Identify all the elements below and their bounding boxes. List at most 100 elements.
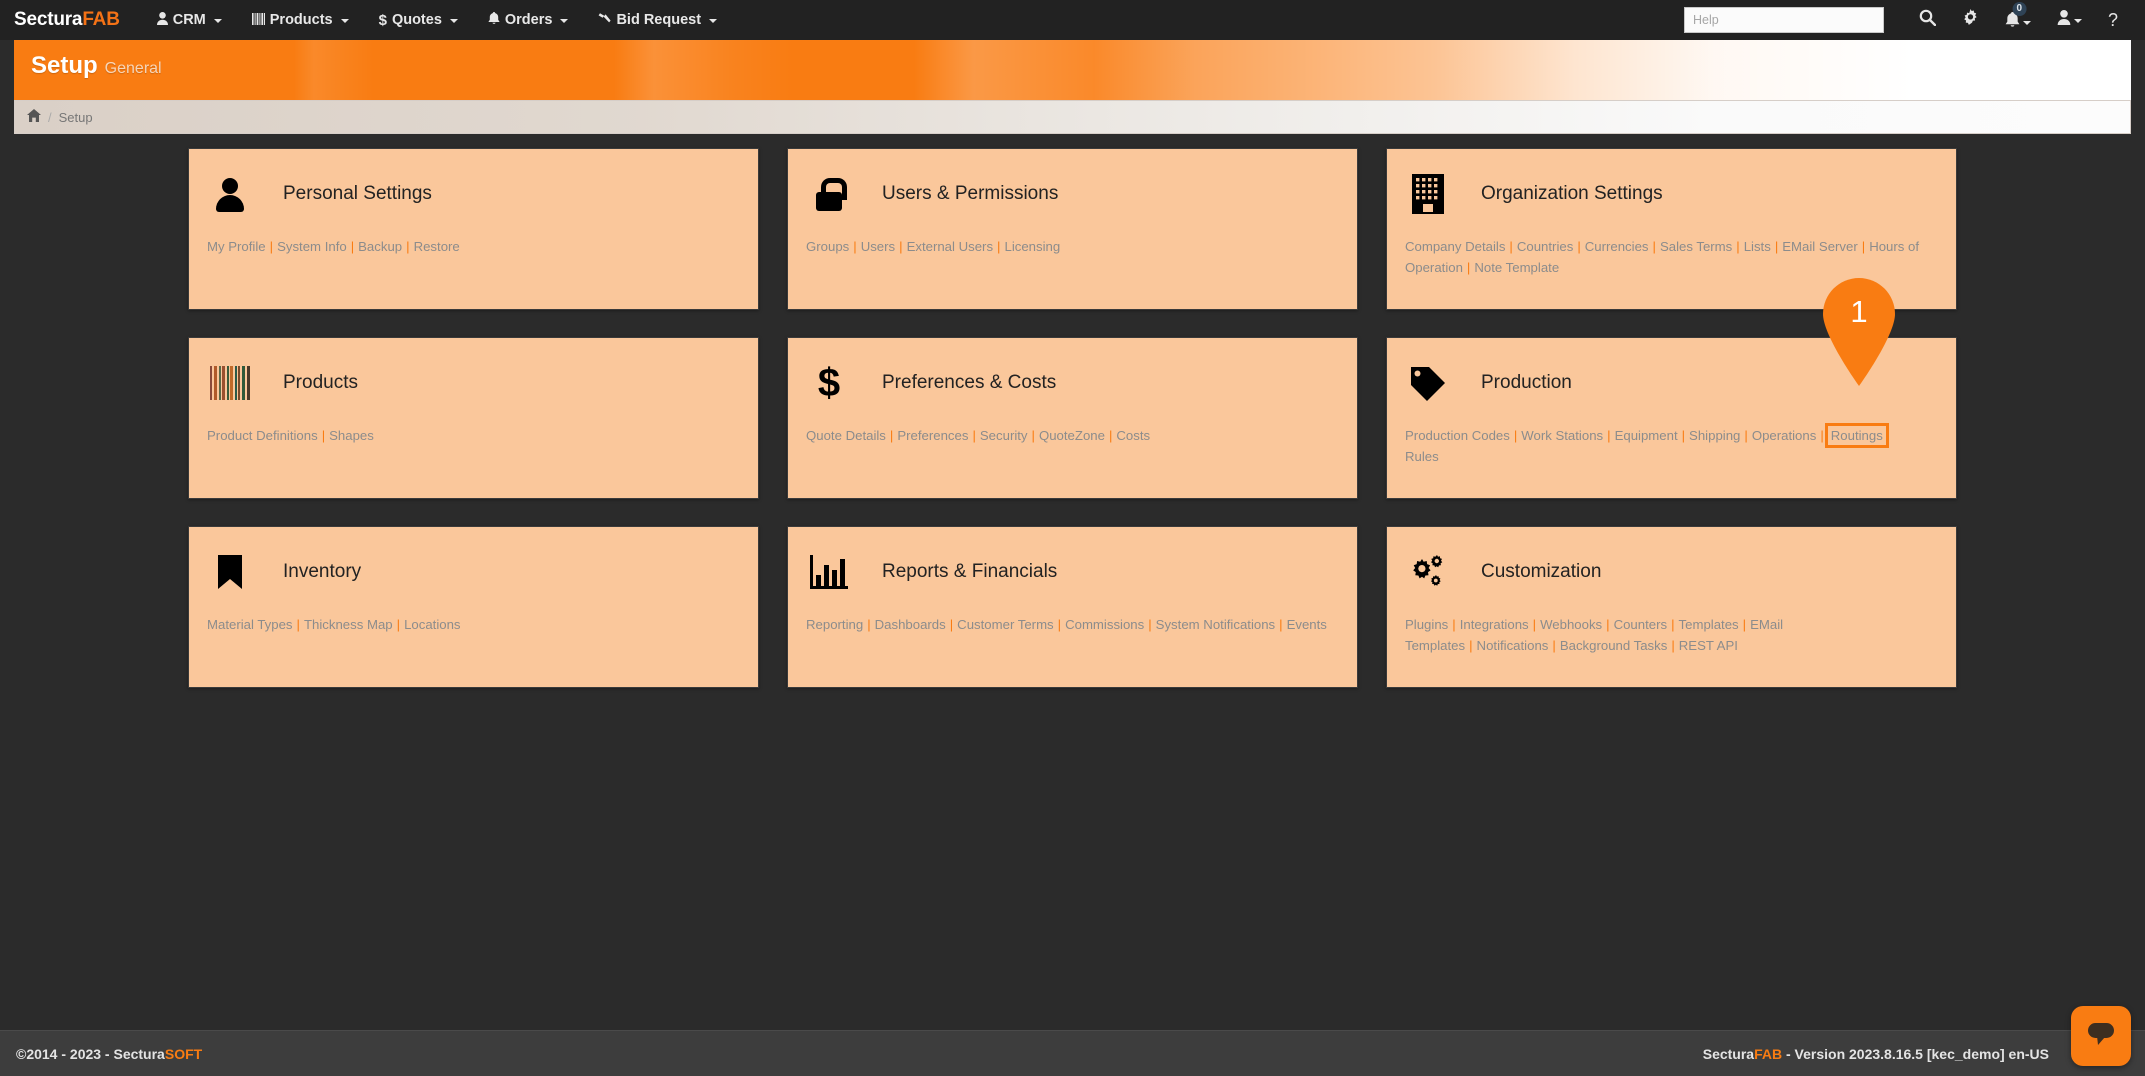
app-logo[interactable]: SecturaFAB (14, 9, 120, 31)
link-equipment[interactable]: Equipment (1615, 428, 1678, 443)
link-costs[interactable]: Costs (1116, 428, 1150, 443)
link-events[interactable]: Events (1287, 617, 1327, 632)
card-preferences-costs[interactable]: $ Preferences & Costs Quote Details|Pref… (787, 337, 1358, 499)
nav-item-products[interactable]: Products (237, 0, 364, 40)
link-system-info[interactable]: System Info (277, 239, 347, 254)
link-quotezone[interactable]: QuoteZone (1039, 428, 1105, 443)
card-links: My Profile|System Info|Backup|Restore (207, 236, 740, 257)
link-production-codes[interactable]: Production Codes (1405, 428, 1510, 443)
card-reports-financials[interactable]: Reports & Financials Reporting | Dashboard… (787, 526, 1358, 688)
link-templates[interactable]: Templates (1679, 617, 1739, 632)
settings-button[interactable] (1949, 0, 1992, 40)
card-header: Personal Settings (207, 170, 740, 218)
link-rules[interactable]: Rules (1405, 449, 1439, 464)
link-rest-api[interactable]: REST API (1679, 638, 1738, 653)
link-company-details[interactable]: Company Details (1405, 239, 1505, 254)
link-separator: | (1743, 617, 1746, 632)
link-preferences[interactable]: Preferences (897, 428, 968, 443)
link-separator: | (1514, 428, 1517, 443)
nav-label-orders: Orders (505, 12, 553, 28)
nav-label-bid-request: Bid Request (616, 12, 701, 28)
link-backup[interactable]: Backup (358, 239, 402, 254)
link-quote-details[interactable]: Quote Details (806, 428, 886, 443)
link-operations[interactable]: Operations (1752, 428, 1817, 443)
card-links: Company Details|Countries|Currencies|Sal… (1405, 236, 1938, 278)
search-button[interactable] (1906, 0, 1949, 40)
card-users-permissions[interactable]: Users & Permissions Groups|Users|Externa… (787, 148, 1358, 310)
link-locations[interactable]: Locations (404, 617, 460, 632)
link-integrations[interactable]: Integrations (1460, 617, 1529, 632)
link-reporting[interactable]: Reporting (806, 617, 863, 632)
link-users[interactable]: Users (861, 239, 895, 254)
link-webhooks[interactable]: Webhooks (1540, 617, 1602, 632)
tag-icon (1405, 362, 1451, 404)
link-separator: | (1607, 428, 1610, 443)
card-title: Users & Permissions (882, 183, 1058, 205)
card-header: Customization (1405, 548, 1938, 596)
card-links: Product Definitions|Shapes (207, 425, 740, 446)
link-material-types[interactable]: Material Types (207, 617, 293, 632)
main-nav: CRM Products $ Quotes Orders Bid (142, 0, 732, 40)
nav-item-bid-request[interactable]: Bid Request (583, 0, 732, 40)
card-products[interactable]: Products Product Definitions|Shapes (188, 337, 759, 499)
chevron-down-icon (2074, 19, 2082, 23)
help-button[interactable]: ? (2095, 0, 2131, 40)
card-customization[interactable]: Customization Plugins|Integrations|Webho… (1386, 526, 1957, 688)
breadcrumb-item-setup[interactable]: Setup (59, 110, 93, 125)
link-plugins[interactable]: Plugins (1405, 617, 1448, 632)
link-notifications[interactable]: Notifications (1477, 638, 1549, 653)
card-title: Inventory (283, 561, 361, 583)
link-restore[interactable]: Restore (414, 239, 460, 254)
barcode-icon (252, 13, 265, 28)
card-inventory[interactable]: Inventory Material Types|Thickness Map|L… (188, 526, 759, 688)
card-title: Reports & Financials (882, 561, 1057, 583)
link-separator: | (1862, 239, 1865, 254)
link-lists[interactable]: Lists (1744, 239, 1771, 254)
link-commissions[interactable]: Commissions (1065, 617, 1144, 632)
link-currencies[interactable]: Currencies (1585, 239, 1649, 254)
link-shipping[interactable]: Shipping (1689, 428, 1740, 443)
card-production[interactable]: Production Production Codes|Work Station… (1386, 337, 1957, 499)
link-thickness-map[interactable]: Thickness Map (304, 617, 393, 632)
footer-brand-main: Sectura (1703, 1046, 1754, 1062)
link-separator: | (406, 239, 409, 254)
link-external-users[interactable]: External Users (907, 239, 993, 254)
link-separator: | (867, 617, 870, 632)
link-work-stations[interactable]: Work Stations (1521, 428, 1603, 443)
notifications-button[interactable]: 0 (1992, 0, 2044, 40)
link-sales-terms[interactable]: Sales Terms (1660, 239, 1732, 254)
link-customer-terms[interactable]: Customer Terms (957, 617, 1053, 632)
link-licensing[interactable]: Licensing (1004, 239, 1060, 254)
help-search-input[interactable] (1684, 7, 1884, 33)
card-organization-settings[interactable]: Organization Settings Company Details|Co… (1386, 148, 1957, 310)
link-shapes[interactable]: Shapes (329, 428, 374, 443)
chat-widget-button[interactable] (2071, 1006, 2131, 1066)
card-title: Customization (1481, 561, 1601, 583)
link-system-notifications[interactable]: System Notifications (1156, 617, 1275, 632)
link-separator: | (1820, 428, 1823, 443)
link-counters[interactable]: Counters (1614, 617, 1668, 632)
lock-icon (806, 173, 852, 215)
nav-item-crm[interactable]: CRM (142, 0, 237, 40)
link-my-profile[interactable]: My Profile (207, 239, 266, 254)
hammer-icon (598, 12, 611, 28)
link-product-definitions[interactable]: Product Definitions (207, 428, 318, 443)
link-note-template[interactable]: Note Template (1474, 260, 1559, 275)
home-icon[interactable] (27, 109, 41, 125)
nav-label-products: Products (270, 12, 333, 28)
user-menu-button[interactable] (2044, 0, 2095, 40)
link-routings[interactable]: Routings (1828, 426, 1886, 445)
nav-item-orders[interactable]: Orders (473, 0, 584, 40)
link-dashboards[interactable]: Dashboards (875, 617, 946, 632)
link-separator: | (972, 428, 975, 443)
card-links: Plugins|Integrations|Webhooks|Counters|T… (1405, 614, 1938, 656)
link-countries[interactable]: Countries (1517, 239, 1573, 254)
card-personal-settings[interactable]: Personal Settings My Profile | System Info… (188, 148, 759, 310)
link-security[interactable]: Security (980, 428, 1028, 443)
link-background-tasks[interactable]: Background Tasks (1560, 638, 1668, 653)
link-email-server[interactable]: EMail Server (1782, 239, 1857, 254)
link-separator: | (351, 239, 354, 254)
link-groups[interactable]: Groups (806, 239, 849, 254)
nav-item-quotes[interactable]: $ Quotes (364, 0, 473, 40)
page-subtitle: General (105, 60, 162, 77)
